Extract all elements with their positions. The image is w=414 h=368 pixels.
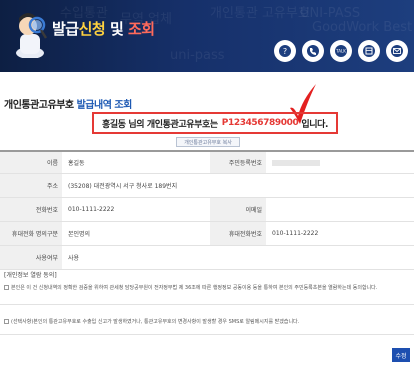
header-banner: 수입통관 무역 업체 개인통관 고유부호 UNI-PASS GoodWork B… <box>0 0 414 72</box>
rrn-value <box>266 152 414 173</box>
banner-ghost-text: UNI-PASS <box>300 6 361 21</box>
table-row: 휴대전화 명의구분 본인명의 휴대전화번호 010-1111-2222 <box>0 222 414 246</box>
usage-value: 사용 <box>68 255 80 262</box>
banner-title-highlight: 신청 <box>78 20 106 38</box>
name-label: 이름 <box>0 152 62 173</box>
email-value <box>266 198 414 221</box>
applicant-info-table: 이름 홍길동 주민등록번호 주소 (35208) 대전광역시 서구 청사로 18… <box>0 150 414 270</box>
mobile-value: 010-1111-2222 <box>272 230 319 237</box>
address-value: (35208) 대전광역시 서구 청사로 189번지 <box>68 183 178 190</box>
carrier-label: 휴대전화 명의구분 <box>0 222 62 245</box>
copy-code-button[interactable]: 개인통관고유부호 복사 <box>176 137 240 147</box>
email-label: 이메일 <box>210 198 266 221</box>
page-title-suffix: 발급내역 조회 <box>76 100 133 111</box>
result-lead-text: 홍길동 님의 개인통관고유부호는 <box>101 119 218 130</box>
divider <box>0 334 414 335</box>
phone-value: 010-1111-2222 <box>68 206 115 213</box>
edit-button[interactable]: 수정 <box>392 348 410 362</box>
table-row: 주소 (35208) 대전광역시 서구 청사로 189번지 <box>0 174 414 198</box>
usage-label: 사용여부 <box>0 246 62 269</box>
banner-title-mid: 및 <box>109 20 124 38</box>
guide-icon[interactable] <box>358 40 380 62</box>
banner-title-suffix: 조회 <box>128 20 155 38</box>
sms-note-text: (선택사항)본인의 통관고유부호로 수출입 신고가 발생하였거나, 통관고유부호… <box>11 319 300 325</box>
person-magnifier-icon <box>16 13 48 58</box>
page-title: 개인통관고유부호 발급내역 조회 <box>4 96 132 111</box>
phone-icon[interactable] <box>302 40 324 62</box>
carrier-value: 본인명의 <box>68 231 91 238</box>
banner-title-prefix: 발급 <box>52 20 79 38</box>
talk-icon[interactable]: TALK <box>330 40 352 62</box>
banner-ghost-text: uni-pass <box>170 48 225 63</box>
banner-ghost-text: GoodWork Best <box>312 20 413 35</box>
table-row: 이름 홍길동 주민등록번호 <box>0 152 414 174</box>
quick-menu-icons: ? TALK <box>274 40 408 62</box>
result-trail-text: 입니다. <box>301 119 328 130</box>
name-value: 홍길동 <box>68 160 85 167</box>
masked-rrn <box>272 159 320 166</box>
table-row: 전화번호 010-1111-2222 이메일 <box>0 198 414 222</box>
consent-note-text: 본인은 이 건 신청내역의 정확한 검증을 위하여 관세청 담당공무원이 전자정… <box>11 285 378 291</box>
talk-icon-label: TALK <box>335 49 346 54</box>
banner-ghost-text: 개인통관 고유부호 <box>210 6 310 21</box>
banner-title: 발급신청 및 조회 <box>52 18 155 39</box>
page-title-prefix: 개인통관고유부호 <box>4 100 74 111</box>
email-icon[interactable] <box>386 40 408 62</box>
code-result-box: 홍길동 님의 개인통관고유부호는 P123456789000 입니다. <box>92 112 338 134</box>
consent-checkbox[interactable] <box>4 285 9 290</box>
consent-note: 본인은 이 건 신청내역의 정확한 검증을 위하여 관세청 담당공무원이 전자정… <box>4 284 377 291</box>
faq-icon[interactable]: ? <box>274 40 296 62</box>
rrn-label: 주민등록번호 <box>210 152 266 173</box>
svg-text:?: ? <box>283 47 287 56</box>
sms-checkbox[interactable] <box>4 319 9 324</box>
consent-title: [개인정보 열람 동의] <box>4 272 57 279</box>
address-label: 주소 <box>0 174 62 197</box>
customs-code-value: P123456789000 <box>221 118 299 128</box>
sms-note: (선택사항)본인의 통관고유부호로 수출입 신고가 발생하였거나, 통관고유부호… <box>4 318 299 325</box>
table-row: 사용여부 사용 <box>0 246 414 270</box>
phone-label: 전화번호 <box>0 198 62 221</box>
divider <box>0 304 414 305</box>
mobile-label: 휴대전화번호 <box>210 222 266 245</box>
